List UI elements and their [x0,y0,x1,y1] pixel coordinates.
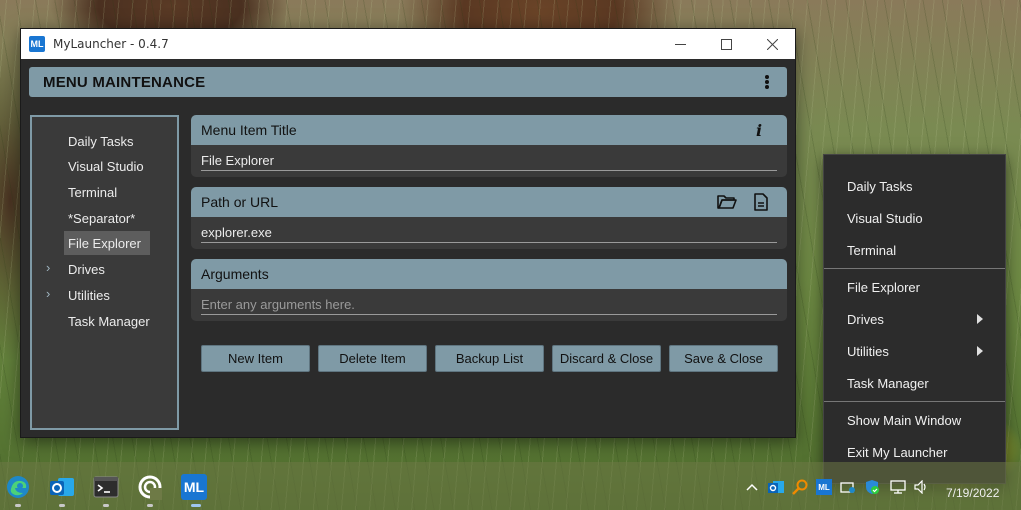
arguments-field-card: Arguments Enter any arguments here. [191,259,787,321]
outlook-tray-icon[interactable] [768,479,784,495]
tree-item-file-explorer[interactable]: File Explorer [64,231,150,255]
title-input[interactable]: File Explorer [201,151,777,171]
arguments-field-label: Arguments [201,266,269,282]
menu-item-terminal[interactable]: Terminal [847,239,896,261]
search-tray-icon[interactable] [792,479,808,495]
mylauncher-icon-label: ML [183,479,205,495]
running-indicator [15,504,21,507]
tree-item-label: File Explorer [68,235,141,251]
network-tray-icon[interactable] [840,479,856,495]
tree-item-daily-tasks[interactable]: Daily Tasks [64,129,138,153]
folder-open-icon[interactable] [717,193,737,211]
tree-item-label: *Separator* [68,210,136,226]
active-indicator [191,504,201,507]
tree-item-label: Task Manager [68,313,150,329]
maximize-button[interactable] [703,29,749,59]
running-indicator [147,504,153,507]
menu-item-show-main-window[interactable]: Show Main Window [847,409,961,431]
close-icon [766,38,778,50]
submenu-arrow-icon [977,314,983,324]
title-field-label: Menu Item Title [201,122,297,138]
minimize-icon [674,43,686,45]
display-tray-icon[interactable] [890,479,906,495]
taskbar-date[interactable]: 7/19/2022 [946,486,999,500]
title-bar[interactable]: ML MyLauncher - 0.4.7 [21,29,795,59]
title-field-card: Menu Item Title i File Explorer [191,115,787,177]
cortana-icon[interactable] [137,474,163,500]
maximize-icon [720,38,732,50]
save-close-button[interactable]: Save & Close [669,345,778,372]
expand-chevron-icon[interactable]: › [46,286,50,301]
new-item-button[interactable]: New Item [201,345,310,372]
path-input[interactable]: explorer.exe [201,223,777,243]
taskbar: ML ML 7/19/2022 [0,462,1021,510]
mylauncher-tray-icon[interactable]: ML [816,479,832,495]
tree-item-label: Daily Tasks [68,133,134,149]
delete-item-button[interactable]: Delete Item [318,345,427,372]
file-icon[interactable] [751,193,771,211]
minimize-button[interactable] [657,29,703,59]
more-menu-icon[interactable] [763,73,771,91]
window-title: MyLauncher - 0.4.7 [53,37,169,51]
menu-tree: Daily Tasks Visual Studio Terminal *Sepa… [30,115,179,430]
tree-item-label: Visual Studio [68,158,144,174]
security-tray-icon[interactable] [864,479,880,495]
backup-list-button[interactable]: Backup List [435,345,544,372]
menu-item-utilities[interactable]: Utilities [847,340,889,362]
menu-separator [824,401,1005,402]
info-icon[interactable]: i [749,121,769,140]
menu-item-exit[interactable]: Exit My Launcher [847,441,947,463]
outlook-icon[interactable] [49,474,75,500]
path-field-label: Path or URL [201,194,279,210]
menu-item-drives[interactable]: Drives [847,308,884,330]
tray-context-menu: Daily Tasks Visual Studio Terminal File … [823,154,1006,484]
tree-item-drives[interactable]: Drives [64,257,109,281]
tree-item-label: Utilities [68,287,110,303]
discard-close-button[interactable]: Discard & Close [552,345,661,372]
page-title: MENU MAINTENANCE [43,73,206,91]
terminal-icon[interactable] [93,474,119,500]
tree-item-label: Terminal [68,184,118,200]
menu-separator [824,268,1005,269]
menu-item-visual-studio[interactable]: Visual Studio [847,207,923,229]
running-indicator [59,504,65,507]
tree-item-task-manager[interactable]: Task Manager [64,309,154,333]
close-button[interactable] [749,29,795,59]
menu-item-task-manager[interactable]: Task Manager [847,372,929,394]
menu-item-daily-tasks[interactable]: Daily Tasks [847,175,913,197]
arguments-input[interactable]: Enter any arguments here. [201,295,777,315]
expand-chevron-icon[interactable]: › [46,260,50,275]
edge-icon[interactable] [5,474,31,500]
mylauncher-icon[interactable]: ML [181,474,207,500]
header-bar: MENU MAINTENANCE [29,67,787,97]
tree-item-separator[interactable]: *Separator* [64,206,139,230]
tree-item-utilities[interactable]: Utilities [64,283,114,307]
running-indicator [103,504,109,507]
volume-icon[interactable] [914,479,930,495]
app-icon: ML [29,36,45,52]
chevron-up-icon[interactable] [744,479,760,495]
path-field-card: Path or URL explorer.exe [191,187,787,249]
tree-item-label: Drives [68,261,105,277]
menu-item-file-explorer[interactable]: File Explorer [847,276,920,298]
submenu-arrow-icon [977,346,983,356]
tree-item-terminal[interactable]: Terminal [64,180,121,204]
tree-item-visual-studio[interactable]: Visual Studio [64,154,148,178]
mylauncher-window: ML MyLauncher - 0.4.7 MENU MAINTENANCE D… [20,28,796,438]
